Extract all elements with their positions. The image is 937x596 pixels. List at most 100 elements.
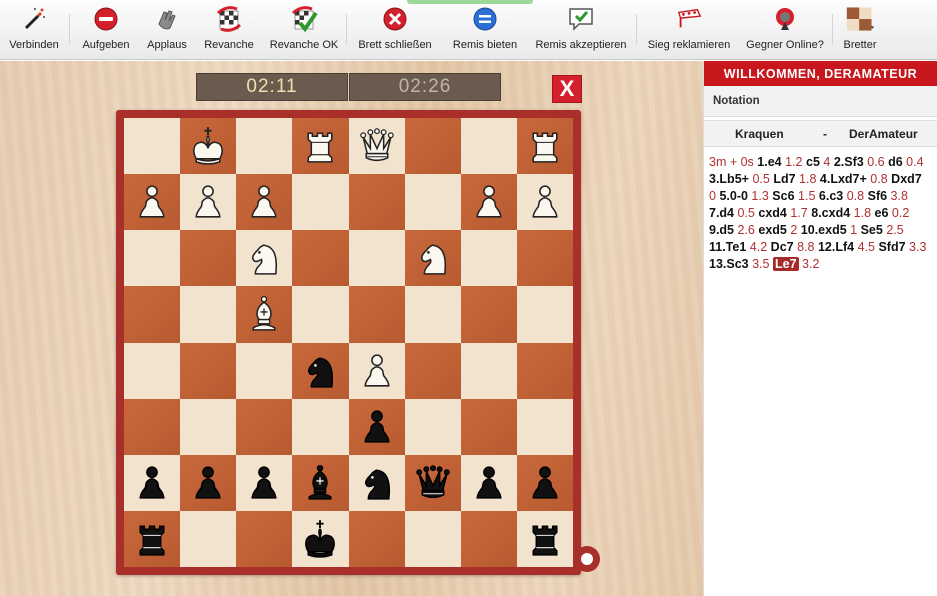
connect-button[interactable]: Verbinden bbox=[6, 0, 62, 60]
board-square[interactable] bbox=[124, 118, 181, 175]
board-square[interactable] bbox=[460, 286, 517, 343]
board-handle[interactable] bbox=[574, 546, 600, 572]
close-board-button[interactable]: Brett schließen bbox=[354, 0, 436, 60]
board-square[interactable] bbox=[180, 230, 237, 287]
board-square[interactable] bbox=[516, 118, 573, 175]
white-rook-icon[interactable] bbox=[296, 122, 344, 170]
white-bishop-icon[interactable] bbox=[240, 290, 288, 338]
board-square[interactable] bbox=[404, 118, 461, 175]
accept-draw-button[interactable]: Remis akzeptieren bbox=[532, 0, 630, 60]
board-square[interactable] bbox=[460, 398, 517, 455]
board-square[interactable] bbox=[460, 230, 517, 287]
current-move[interactable]: Le7 bbox=[772, 257, 799, 271]
board-square[interactable] bbox=[236, 286, 293, 343]
black-pawn-icon[interactable] bbox=[128, 459, 176, 507]
close-game-button[interactable]: X bbox=[552, 75, 582, 103]
black-pawn-icon[interactable] bbox=[184, 459, 232, 507]
board-square[interactable] bbox=[516, 454, 573, 511]
board-square[interactable] bbox=[180, 510, 237, 567]
board-square[interactable] bbox=[236, 342, 293, 399]
white-pawn-icon[interactable] bbox=[353, 347, 401, 395]
board-square[interactable] bbox=[236, 174, 293, 231]
move[interactable]: 8.cxd4 bbox=[811, 206, 850, 220]
move[interactable]: 11.Te1 bbox=[709, 240, 746, 254]
board-square[interactable] bbox=[236, 510, 293, 567]
board-square[interactable] bbox=[404, 510, 461, 567]
claim-victory-button[interactable]: Sieg reklamieren bbox=[644, 0, 734, 60]
move[interactable]: 2.Sf3 bbox=[834, 155, 864, 169]
black-rook-icon[interactable] bbox=[128, 515, 176, 563]
board-square[interactable] bbox=[180, 286, 237, 343]
board-square[interactable] bbox=[180, 398, 237, 455]
board-square[interactable] bbox=[516, 174, 573, 231]
board-square[interactable] bbox=[404, 230, 461, 287]
board-square[interactable] bbox=[348, 230, 405, 287]
applause-button[interactable]: Applaus bbox=[140, 0, 194, 60]
board-square[interactable] bbox=[292, 118, 349, 175]
black-king-icon[interactable] bbox=[296, 515, 344, 563]
board-square[interactable] bbox=[180, 174, 237, 231]
black-pawn-icon[interactable] bbox=[353, 403, 401, 451]
board-square[interactable] bbox=[180, 118, 237, 175]
board-square[interactable] bbox=[124, 398, 181, 455]
board-square[interactable] bbox=[348, 174, 405, 231]
move[interactable]: 4.Lxd7+ bbox=[820, 172, 867, 186]
board-square[interactable] bbox=[292, 230, 349, 287]
board-square[interactable] bbox=[236, 118, 293, 175]
board-square[interactable] bbox=[124, 230, 181, 287]
board-square[interactable] bbox=[404, 454, 461, 511]
board-square[interactable] bbox=[460, 454, 517, 511]
board-square[interactable] bbox=[180, 342, 237, 399]
white-pawn-icon[interactable] bbox=[184, 178, 232, 226]
offer-draw-button[interactable]: Remis bieten bbox=[450, 0, 520, 60]
board-square[interactable] bbox=[404, 342, 461, 399]
move[interactable]: 6.c3 bbox=[819, 189, 843, 203]
move[interactable]: 3.Lb5+ bbox=[709, 172, 749, 186]
board-square[interactable] bbox=[292, 510, 349, 567]
board-square[interactable] bbox=[516, 398, 573, 455]
move[interactable]: Ld7 bbox=[773, 172, 795, 186]
board-square[interactable] bbox=[292, 454, 349, 511]
board-square[interactable] bbox=[236, 454, 293, 511]
move[interactable]: Se5 bbox=[861, 223, 883, 237]
board-square[interactable] bbox=[348, 342, 405, 399]
move[interactable]: 7.d4 bbox=[709, 206, 734, 220]
board-square[interactable] bbox=[460, 174, 517, 231]
white-pawn-icon[interactable] bbox=[521, 178, 569, 226]
board-square[interactable] bbox=[124, 286, 181, 343]
revanche-ok-button[interactable]: Revanche OK bbox=[266, 0, 342, 60]
board-square[interactable] bbox=[348, 454, 405, 511]
black-pawn-icon[interactable] bbox=[521, 459, 569, 507]
board-square[interactable] bbox=[404, 286, 461, 343]
white-knight-icon[interactable] bbox=[240, 234, 288, 282]
move[interactable]: 9.d5 bbox=[709, 223, 734, 237]
board-square[interactable] bbox=[404, 398, 461, 455]
board-square[interactable] bbox=[516, 510, 573, 567]
board-square[interactable] bbox=[516, 342, 573, 399]
board-square[interactable] bbox=[292, 174, 349, 231]
board-square[interactable] bbox=[124, 454, 181, 511]
white-king-icon[interactable] bbox=[184, 122, 232, 170]
board-square[interactable] bbox=[516, 286, 573, 343]
move[interactable]: Dxd7 bbox=[891, 172, 922, 186]
white-rook-icon[interactable] bbox=[521, 122, 569, 170]
board-square[interactable] bbox=[348, 510, 405, 567]
board-square[interactable] bbox=[292, 342, 349, 399]
board-square[interactable] bbox=[404, 174, 461, 231]
resign-button[interactable]: Aufgeben bbox=[78, 0, 134, 60]
board-square[interactable] bbox=[292, 286, 349, 343]
board-square[interactable] bbox=[292, 398, 349, 455]
board-square[interactable] bbox=[124, 342, 181, 399]
black-knight-icon[interactable] bbox=[296, 347, 344, 395]
white-pawn-icon[interactable] bbox=[240, 178, 288, 226]
board-square[interactable] bbox=[124, 510, 181, 567]
board-square[interactable] bbox=[348, 398, 405, 455]
board-square[interactable] bbox=[516, 230, 573, 287]
black-rook-icon[interactable] bbox=[521, 515, 569, 563]
move[interactable]: e6 bbox=[875, 206, 889, 220]
board-square[interactable] bbox=[348, 286, 405, 343]
board-square[interactable] bbox=[180, 454, 237, 511]
board-square[interactable] bbox=[348, 118, 405, 175]
white-pawn-icon[interactable] bbox=[465, 178, 513, 226]
white-queen-icon[interactable] bbox=[353, 122, 401, 170]
